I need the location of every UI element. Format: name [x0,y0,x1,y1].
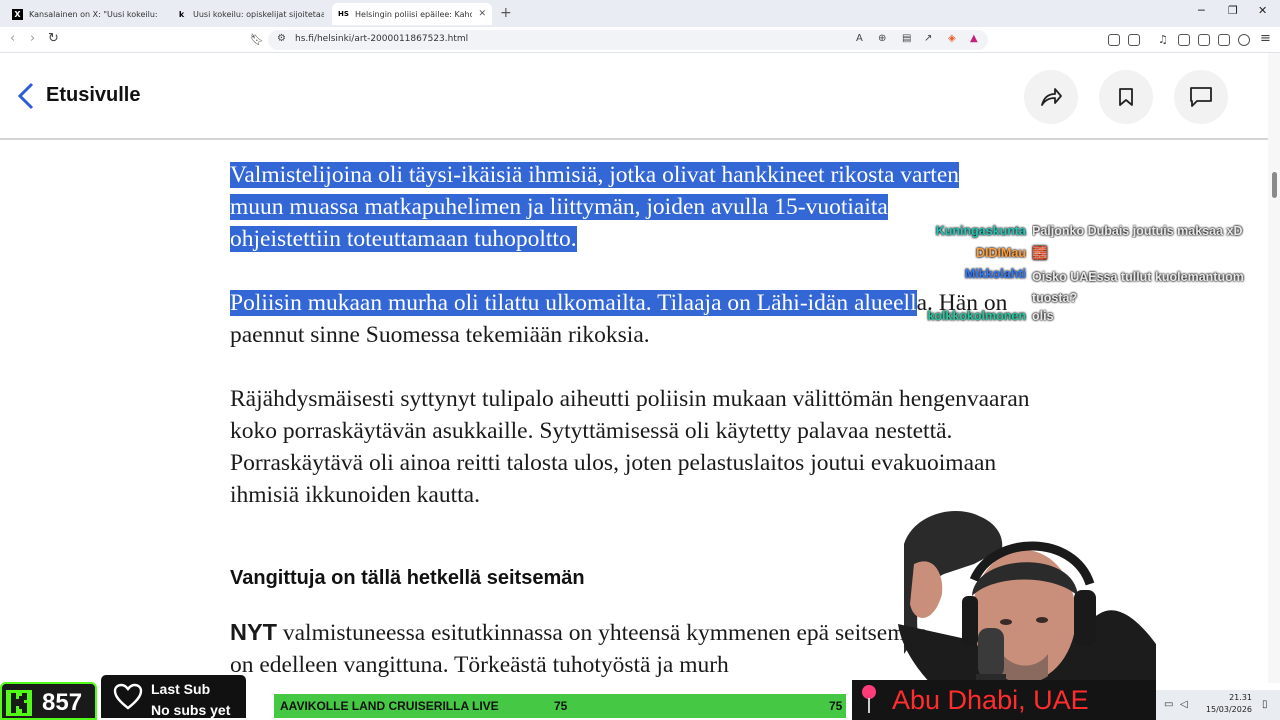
minimize-icon[interactable]: ─ [1198,4,1205,17]
sidebar-icon[interactable] [1178,34,1190,46]
chat-text: olis [1032,309,1054,323]
kick-viewer-counter: 857 [0,682,97,720]
browser-tab-strip: X Kansalainen on X: "Uusi kokeilu: opisk… [0,0,1280,27]
chat-text: Paljonko Dubais joutuis maksaa xD [1032,224,1243,238]
back-arrow-icon[interactable]: ‹ [10,31,15,46]
heart-icon [113,683,143,710]
url-text: hs.fi/helsinki/art-2000011867523.html [295,34,469,44]
menu-icon[interactable]: ≡ [1260,31,1271,46]
brave-rewards-icon[interactable]: ▲ [970,33,978,44]
new-tab-icon[interactable]: + [500,5,512,21]
site-info-icon[interactable]: ⚙︎ [277,33,286,44]
tab-search-icon[interactable] [1128,34,1140,46]
forward-arrow-icon[interactable]: › [30,31,35,46]
hs-logo-icon: HS [338,10,349,18]
reader-icon[interactable]: ▤ [902,33,911,44]
tab-title: Uusi kokeilu: opiskelijat sijoitetaan m [193,9,324,19]
taskbar-tray: ▭ ◁ 21.31 15/03/2026 ▯ [1156,690,1280,720]
address-bar[interactable]: ⚙︎ hs.fi/helsinki/art-2000011867523.html… [268,30,988,50]
donation-goal-bar: AAVIKOLLE LAND CRUISERILLA LIVE 75 75 [272,692,848,720]
article-paragraph: NYT valmistuneessa esitutkinnassa on yht… [230,616,930,681]
last-sub-title: Last Sub [151,681,211,697]
scrollbar[interactable] [1268,53,1280,683]
comments-button[interactable] [1174,70,1228,124]
bookmark-icon[interactable]: 🔖︎ [250,33,264,46]
location-widget: Abu Dhabi, UAE [852,680,1156,720]
tab-title: Helsingin poliisi epäilee: Kahdelle [355,9,473,19]
tab-title: Kansalainen on X: "Uusi kokeilu: opiskel… [29,9,160,19]
article-subheading: Vangittuja on tällä hetkellä seitsemän [230,567,585,589]
chat-username: DIDIMau [976,246,1026,260]
paragraph-lead: NYT [230,619,277,645]
browser-tab-x[interactable]: X Kansalainen on X: "Uusi kokeilu: opisk… [6,3,166,25]
selected-text: Poliisin mukaan murha oli tilattu ulkoma… [230,290,917,316]
scrollbar-thumb[interactable] [1272,172,1277,198]
paragraph-text: Räjähdysmäisesti syttynyt tulipalo aiheu… [230,386,1030,508]
browser-tab-hs[interactable]: HS Helsingin poliisi epäilee: Kahdelle ✕ [332,3,492,25]
browser-tab-kotimaa[interactable]: k Uusi kokeilu: opiskelijat sijoitetaan … [170,3,330,25]
close-tab-icon[interactable]: ✕ [478,9,486,19]
clock-time: 21.31 [1229,693,1252,702]
media-icon[interactable]: ♫ [1158,33,1168,46]
comment-icon [1190,87,1212,107]
taskbar-clock[interactable]: 21.31 15/03/2026 [1204,692,1252,716]
goal-label: AAVIKOLLE LAND CRUISERILLA LIVE [280,699,499,713]
goal-target: 75 [829,699,843,713]
goal-current: 75 [554,699,568,713]
notification-icon[interactable]: ▯ [1262,699,1268,710]
webcam-feed [884,504,1156,696]
clock-date: 15/03/2026 [1205,705,1252,714]
article-paragraph: Valmistelijoina oli täysi-ikäisiä ihmisi… [230,159,990,255]
viewer-count: 857 [42,689,83,716]
browser-toolbar: ‹ › ↻ 🔖︎ ⚙︎ hs.fi/helsinki/art-200001186… [0,27,1280,53]
x-logo-icon: X [12,8,23,20]
paragraph-text: valmistuneessa esitutkinnassa on yhteens… [230,620,928,678]
location-text: Abu Dhabi, UAE [892,685,1089,715]
brave-shield-icon[interactable]: ◈ [948,33,956,44]
zoom-icon[interactable]: ⊕ [878,33,886,44]
close-window-icon[interactable]: ✕ [1258,4,1267,17]
translate-icon[interactable]: A [856,33,863,44]
site-header: Etusivulle [0,53,1280,140]
network-icon[interactable]: ▭ [1164,699,1173,710]
maximize-icon[interactable]: ❐ [1228,4,1238,17]
leo-icon[interactable] [1218,34,1230,46]
chat-text: 🧱 [1032,246,1048,260]
chat-username: kolkkokolmonen [927,309,1026,323]
selected-text: Valmistelijoina oli täysi-ikäisiä ihmisi… [230,162,959,252]
last-sub-value: No subs yet [151,702,231,718]
extensions-icon[interactable] [1108,34,1120,46]
chat-text: Oisko UAEssa tullut kuolemantuom tuosta? [1032,270,1244,305]
share-icon[interactable]: ↗ [924,33,932,44]
k-logo-icon: k [178,9,185,19]
kick-logo-icon [6,690,32,716]
back-to-frontpage-link[interactable]: Etusivulle [46,84,140,107]
wallet-icon[interactable] [1198,34,1210,46]
vpn-icon[interactable] [1238,34,1250,46]
article-paragraph: Räjähdysmäisesti syttynyt tulipalo aiheu… [230,383,1050,511]
bookmark-icon [1119,88,1133,106]
share-icon [1041,88,1062,106]
bookmark-button[interactable] [1099,70,1153,124]
reload-icon[interactable]: ↻ [48,31,59,46]
chevron-left-icon[interactable] [14,81,38,111]
chat-username: Mikkolahti [964,267,1026,281]
last-sub-widget: Last Sub No subs yet [99,673,248,720]
volume-icon[interactable]: ◁ [1180,699,1188,710]
map-pin-icon [862,685,876,713]
chat-username: Kuningaskunta [935,224,1026,238]
screen: X Kansalainen on X: "Uusi kokeilu: opisk… [0,0,1280,720]
share-button[interactable] [1024,70,1078,124]
streamer-webcam-image [898,511,1156,696]
